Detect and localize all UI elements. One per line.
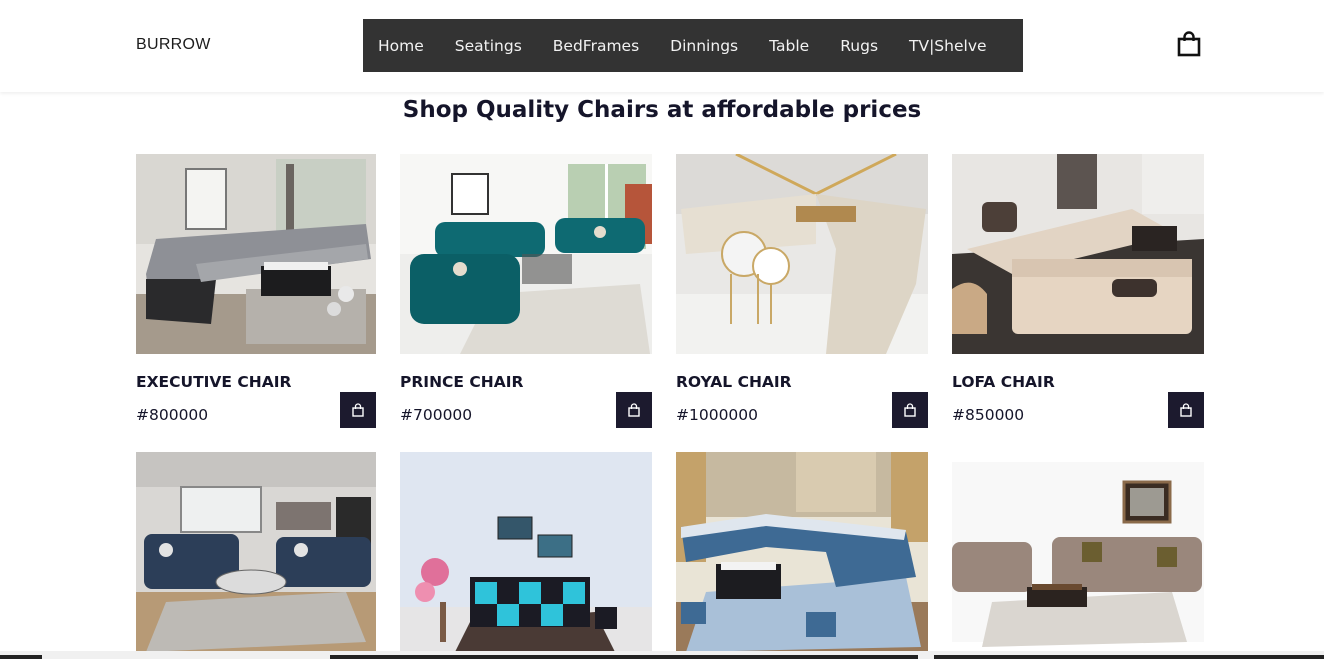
nav-tv-shelve[interactable]: TV|Shelve [909, 37, 987, 55]
brand-logo[interactable]: BURROW [136, 36, 211, 54]
shopping-bag-icon [904, 403, 916, 417]
product-card [136, 452, 376, 652]
main-nav: Home Seatings BedFrames Dinnings Table R… [363, 19, 1023, 72]
product-image[interactable] [676, 154, 928, 354]
add-to-cart-button[interactable] [1168, 392, 1204, 428]
product-price: #800000 [136, 406, 209, 424]
product-card: EXECUTIVE CHAIR #800000 [136, 154, 376, 434]
product-card [952, 452, 1204, 652]
product-price: #700000 [400, 406, 473, 424]
product-image[interactable] [400, 452, 652, 652]
product-card: ROYAL CHAIR #1000000 [676, 154, 928, 434]
site-header: BURROW Home Seatings BedFrames Dinnings … [0, 0, 1324, 92]
product-card: PRINCE CHAIR #700000 [400, 154, 652, 434]
nav-home[interactable]: Home [378, 37, 424, 55]
product-price: #850000 [952, 406, 1025, 424]
add-to-cart-button[interactable] [340, 392, 376, 428]
add-to-cart-button[interactable] [892, 392, 928, 428]
nav-table[interactable]: Table [769, 37, 809, 55]
shopping-bag-icon [628, 403, 640, 417]
product-image[interactable] [400, 154, 652, 354]
add-to-cart-button[interactable] [616, 392, 652, 428]
product-image[interactable] [676, 452, 928, 652]
page-title: Shop Quality Chairs at affordable prices [402, 97, 922, 123]
product-image[interactable] [136, 154, 376, 354]
product-card: LOFA CHAIR #850000 [952, 154, 1204, 434]
shopping-bag-icon [1177, 31, 1201, 57]
product-name[interactable]: PRINCE CHAIR [400, 373, 523, 391]
product-image[interactable] [952, 452, 1204, 652]
scrollbar-segment [0, 655, 42, 659]
nav-dinnings[interactable]: Dinnings [670, 37, 738, 55]
product-image[interactable] [952, 154, 1204, 354]
nav-bedframes[interactable]: BedFrames [553, 37, 639, 55]
product-card [676, 452, 928, 652]
product-price: #1000000 [676, 406, 759, 424]
shopping-bag-icon [1180, 403, 1192, 417]
shopping-bag-icon [352, 403, 364, 417]
product-name[interactable]: LOFA CHAIR [952, 373, 1055, 391]
product-name[interactable]: EXECUTIVE CHAIR [136, 373, 291, 391]
product-image[interactable] [136, 452, 376, 652]
product-card [400, 452, 652, 652]
scrollbar-segment [934, 655, 1324, 659]
cart-button[interactable] [1176, 30, 1202, 58]
nav-seatings[interactable]: Seatings [455, 37, 522, 55]
nav-rugs[interactable]: Rugs [840, 37, 878, 55]
scrollbar-thumb[interactable] [330, 655, 918, 659]
product-name[interactable]: ROYAL CHAIR [676, 373, 792, 391]
horizontal-scrollbar[interactable] [0, 651, 1324, 659]
